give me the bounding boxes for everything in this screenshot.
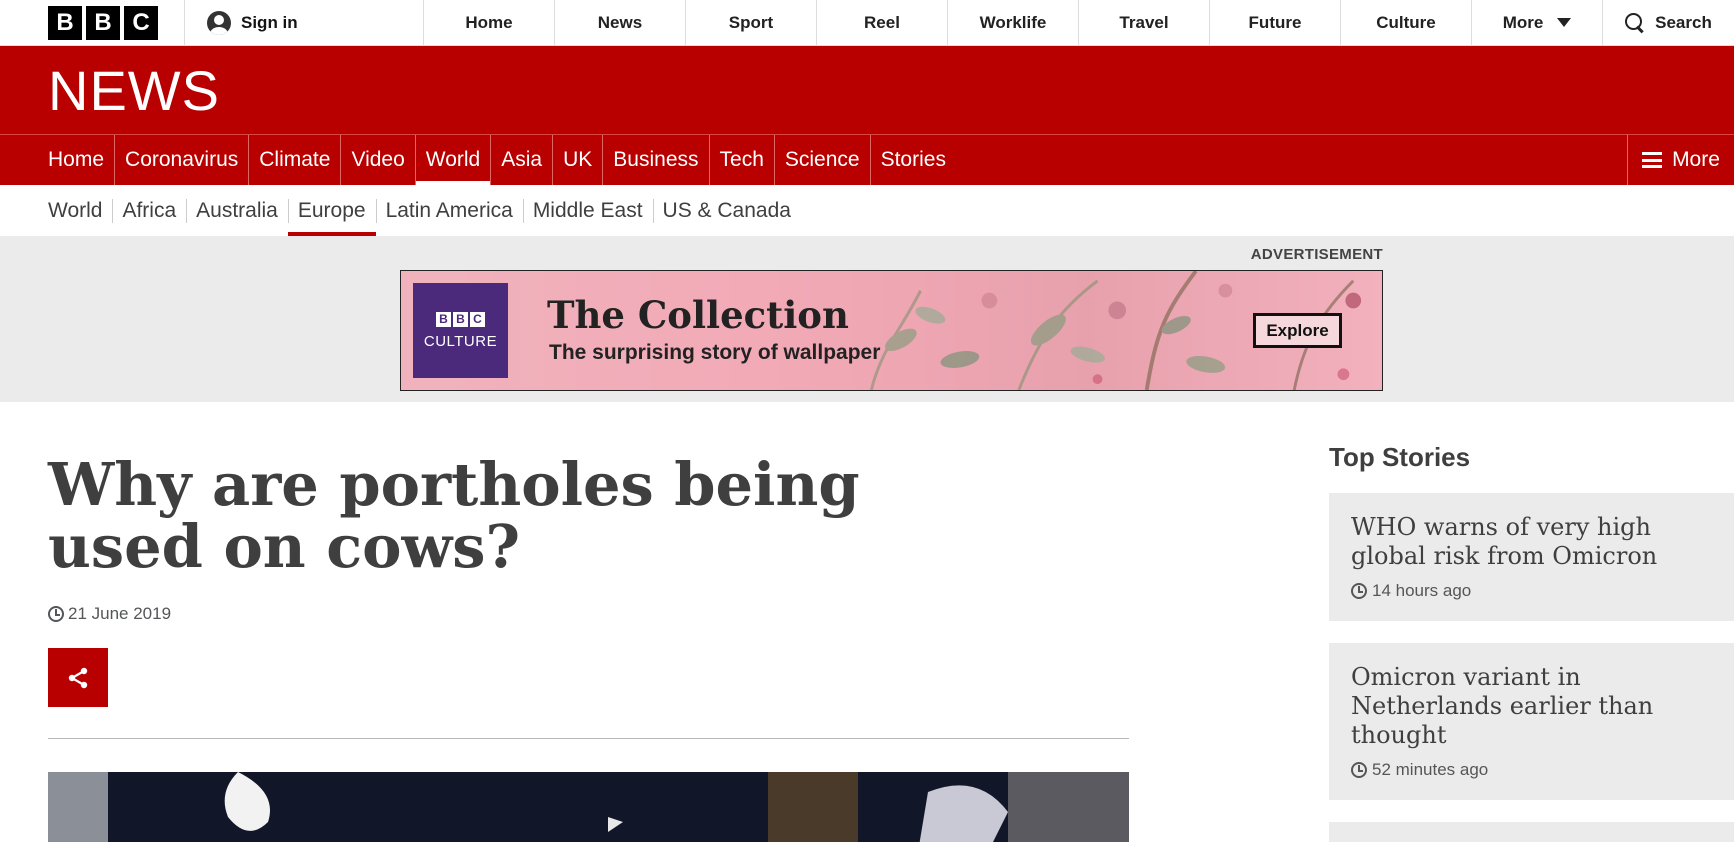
main-nav-world[interactable]: World — [414, 135, 491, 185]
global-nav-news[interactable]: News — [555, 0, 686, 45]
global-nav: Home News Sport Reel Worklife Travel Fut… — [424, 0, 1734, 45]
global-nav-worklife[interactable]: Worklife — [948, 0, 1079, 45]
user-icon — [207, 10, 231, 35]
article-hero-image — [48, 772, 1129, 842]
main-nav-coronavirus[interactable]: Coronavirus — [114, 135, 248, 185]
advert-label: ADVERTISEMENT — [1250, 246, 1383, 263]
main-nav-climate[interactable]: Climate — [248, 135, 340, 185]
top-story-timestamp: 52 minutes ago — [1351, 760, 1714, 780]
explore-button[interactable]: Explore — [1253, 313, 1342, 348]
article-dateline: 21 June 2019 — [48, 604, 171, 624]
search-label: Search — [1655, 12, 1712, 32]
clock-icon — [1351, 762, 1367, 778]
global-nav-future[interactable]: Future — [1210, 0, 1341, 45]
advert-subtitle: The surprising story of wallpaper — [549, 341, 881, 364]
sub-nav-australia[interactable]: Australia — [186, 185, 288, 236]
search-button[interactable]: Search — [1603, 0, 1734, 45]
clock-icon — [48, 606, 64, 622]
main-nav-stories[interactable]: Stories — [869, 135, 956, 185]
top-story-card[interactable]: Omicron variant in Netherlands earlier t… — [1329, 643, 1734, 800]
global-nav-travel[interactable]: Travel — [1079, 0, 1210, 45]
advert-banner[interactable]: B B C CULTURE The Collection The surpris… — [400, 270, 1383, 391]
main-nav-uk[interactable]: UK — [552, 135, 602, 185]
global-nav-more-button[interactable]: More — [1472, 0, 1603, 45]
top-story-card[interactable]: WHO warns of very high global risk from … — [1329, 493, 1734, 621]
global-nav-more-label: More — [1502, 12, 1544, 32]
main-nav-tech[interactable]: Tech — [708, 135, 774, 185]
caret-down-icon — [1557, 18, 1572, 27]
sub-nav-world[interactable]: World — [48, 185, 112, 236]
top-story-time: 14 hours ago — [1372, 581, 1472, 600]
sub-nav-middle-east[interactable]: Middle East — [522, 185, 653, 236]
main-nav-more-button[interactable]: More — [1627, 135, 1734, 185]
divider — [48, 738, 1129, 739]
global-nav-home[interactable]: Home — [424, 0, 555, 45]
culture-logo-text: CULTURE — [423, 332, 498, 350]
search-icon — [1625, 12, 1645, 33]
sub-nav-us-canada[interactable]: US & Canada — [652, 185, 801, 236]
main-nav-home[interactable]: Home — [48, 135, 114, 185]
sign-in-label: Sign in — [241, 12, 298, 32]
global-nav-reel[interactable]: Reel — [817, 0, 948, 45]
menu-icon — [1642, 152, 1663, 168]
main-nav-video[interactable]: Video — [340, 135, 414, 185]
bbc-logo-letter: B — [86, 5, 120, 40]
global-nav-culture[interactable]: Culture — [1341, 0, 1472, 45]
culture-logo-letter: C — [470, 311, 485, 327]
advert-zone: ADVERTISEMENT B B C CULTURE The Collecti… — [0, 236, 1734, 402]
bbc-logo-letter: C — [124, 5, 158, 40]
main-nav-business[interactable]: Business — [602, 135, 708, 185]
bbc-global-header: B B C Sign in Home News Sport Reel Workl… — [0, 0, 1734, 46]
top-stories-title: Top Stories — [1329, 442, 1471, 472]
share-icon — [68, 667, 88, 688]
news-logo[interactable]: NEWS — [48, 58, 220, 123]
news-banner: NEWS — [0, 46, 1734, 134]
top-story-card-partial[interactable] — [1329, 822, 1734, 842]
article-date: 21 June 2019 — [68, 604, 172, 623]
top-story-timestamp: 14 hours ago — [1351, 581, 1714, 601]
share-button[interactable] — [48, 648, 108, 707]
article-headline: Why are portholes being used on cows? — [48, 450, 860, 581]
sign-in-link[interactable]: Sign in — [185, 0, 424, 45]
sub-nav-europe[interactable]: Europe — [287, 185, 376, 236]
clock-icon — [1351, 583, 1367, 599]
sub-nav-latin-america[interactable]: Latin America — [375, 185, 523, 236]
world-sub-nav: World Africa Australia Europe Latin Amer… — [0, 185, 1734, 236]
article-area: Why are portholes being used on cows? 21… — [0, 402, 1734, 842]
top-story-title[interactable]: Omicron variant in Netherlands earlier t… — [1351, 663, 1714, 750]
top-story-time: 52 minutes ago — [1372, 760, 1489, 779]
bbc-logo-letter: B — [48, 5, 82, 40]
main-nav-more-label: More — [1672, 148, 1720, 171]
bbc-logo[interactable]: B B C — [0, 0, 185, 45]
news-main-nav: Home Coronavirus Climate Video World Asi… — [0, 134, 1734, 185]
culture-logo-letter: B — [453, 311, 468, 327]
culture-logo-letter: B — [436, 311, 451, 327]
global-nav-sport[interactable]: Sport — [686, 0, 817, 45]
top-story-title[interactable]: WHO warns of very high global risk from … — [1351, 513, 1714, 571]
main-nav-asia[interactable]: Asia — [490, 135, 552, 185]
main-nav-science[interactable]: Science — [773, 135, 870, 185]
bbc-culture-logo: B B C CULTURE — [413, 283, 508, 378]
sub-nav-africa[interactable]: Africa — [112, 185, 186, 236]
top-stories: Top Stories WHO warns of very high globa… — [1329, 442, 1734, 842]
advert-title: The Collection — [547, 293, 849, 337]
